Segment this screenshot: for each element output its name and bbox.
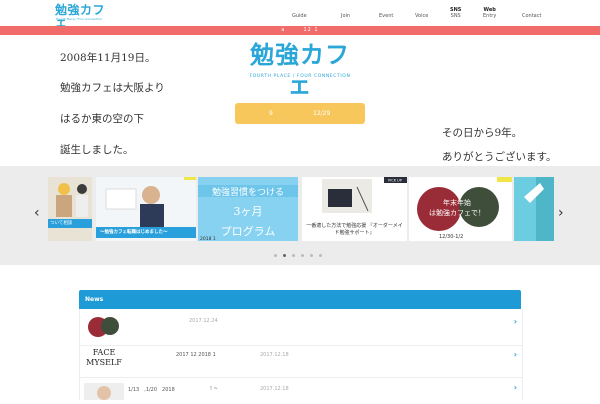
nav-join-label: Join: [341, 13, 351, 19]
news-text: 1/13 ,1/20 2018: [128, 387, 175, 393]
svg-text:勉強習慣をつける: 勉強習慣をつける: [212, 186, 284, 198]
news-list: 2017.12.24 › FACE MYSELF 2017 12 2018 1 …: [79, 309, 523, 400]
chevron-right-icon: ›: [513, 383, 517, 392]
slide-photo: [514, 177, 554, 241]
nav-voice[interactable]: Voice: [415, 13, 428, 19]
carousel-dot[interactable]: [310, 254, 313, 257]
countdown-button[interactable]: 9 12/29: [235, 103, 365, 124]
carousel-dot[interactable]: [301, 254, 304, 257]
nav-join[interactable]: Join: [341, 13, 350, 19]
carousel-dot-active[interactable]: [283, 254, 286, 257]
nav-sns[interactable]: SNS SNS: [450, 7, 461, 19]
slide-caption: 2018 1: [200, 237, 216, 242]
nav-guide[interactable]: Guide: [292, 13, 307, 19]
nav-sns-label: SNS: [450, 13, 461, 19]
news-item[interactable]: 2017.12.24 ›: [80, 309, 522, 346]
hero-line: 誕生しました。: [60, 144, 134, 156]
news-date: 2017.12.18: [260, 352, 289, 358]
main-nav: Guide Join Event Voice SNS SNS Web Entry…: [0, 0, 600, 26]
hero-logo-text: 勉強カフェ: [250, 41, 350, 99]
hero-line-right: その日から9年。: [442, 127, 523, 139]
hero-line: 勉強カフェは大阪より: [60, 82, 165, 94]
slide-caption: 一番適した方法で勉強応援 『オーダーメイド勉強サポート』: [306, 223, 403, 236]
news-thumbnail: FACE MYSELF: [86, 348, 122, 367]
news-text: 2017 12 2018 1: [176, 352, 216, 358]
slide-photo: 勉強習慣をつける 3ヶ月 プログラム: [198, 177, 298, 241]
nav-guide-label: Guide: [292, 13, 307, 19]
carousel-slide[interactable]: ついて相談: [48, 177, 92, 241]
carousel-dot[interactable]: [274, 254, 277, 257]
news-item[interactable]: 1/13 ,1/20 2018 ! ~ 2017.12.18 ›: [80, 379, 522, 400]
svg-text:年末年始: 年末年始: [443, 198, 471, 207]
carousel-dot[interactable]: [292, 254, 295, 257]
slide-caption: 〜勉強カフェ転職はじめました〜: [100, 230, 168, 235]
carousel-slide[interactable]: [514, 177, 554, 241]
carousel-slide[interactable]: 〜勉強カフェ転職はじめました〜: [96, 177, 196, 241]
news-text: ! ~: [210, 386, 218, 392]
nav-event-label: Event: [379, 13, 394, 19]
carousel-slide[interactable]: PICK UP 一番適した方法で勉強応援 『オーダーメイド勉強サポート』: [302, 177, 407, 241]
carousel-prev-icon[interactable]: ‹: [34, 206, 40, 220]
news-title: News: [85, 296, 104, 303]
carousel-slide[interactable]: 勉強習慣をつける 3ヶ月 プログラム: [198, 177, 298, 241]
hero-line-right: ありがとうございます。: [442, 151, 557, 163]
slide-caption: 12/30-1/2: [439, 234, 464, 240]
news-date: 2017.12.18: [260, 386, 289, 392]
nav-contact[interactable]: Contact: [522, 13, 541, 19]
news-date: 2017.12.24: [189, 318, 218, 324]
hero-logo-tagline: FOURTH PLACE / FOUR CONNECTION: [249, 74, 351, 79]
slide-caption: ついて相談: [50, 221, 73, 226]
banner-text: a 12 1: [281, 27, 319, 33]
news-thumbnail: [84, 383, 124, 400]
slide-carousel: ‹ › ついて相談 〜勉強カフェ転職はじめました〜 勉強習慣をつける 3ヶ月 プ…: [0, 166, 600, 265]
slide-photo: [48, 177, 92, 241]
carousel-pagination: [0, 254, 600, 260]
slide-photo: 年末年始 は勉強カフェで！: [409, 177, 512, 241]
countdown-right: 12/29: [313, 110, 331, 117]
news-thumbnail: [84, 314, 124, 340]
pick-up-label: PICK UP: [388, 179, 402, 183]
nav-entry[interactable]: Web Entry: [483, 7, 496, 19]
nav-event[interactable]: Event: [379, 13, 393, 19]
countdown-left: 9: [269, 110, 273, 117]
news-header: News: [79, 290, 521, 309]
carousel-dot[interactable]: [319, 254, 322, 257]
carousel-slide[interactable]: 年末年始 は勉強カフェで！ 12/30-1/2: [409, 177, 512, 241]
svg-text:3ヶ月: 3ヶ月: [234, 205, 263, 218]
announcement-banner[interactable]: a 12 1: [0, 26, 600, 35]
carousel-next-icon[interactable]: ›: [558, 206, 564, 220]
hero-line: はるか東の空の下: [60, 113, 144, 125]
nav-voice-label: Voice: [415, 13, 429, 19]
nav-entry-label: Entry: [483, 13, 497, 19]
nav-contact-label: Contact: [522, 13, 542, 19]
news-item[interactable]: FACE MYSELF 2017 12 2018 1 2017.12.18 ›: [80, 345, 522, 378]
svg-text:プログラム: プログラム: [221, 224, 276, 238]
chevron-right-icon: ›: [513, 317, 517, 326]
svg-text:は勉強カフェで！: は勉強カフェで！: [429, 208, 485, 217]
chevron-right-icon: ›: [513, 350, 517, 359]
hero-line: 2008年11月19日。: [60, 52, 156, 64]
site-header: 勉強カフェ Fourth Place / Four Connection Gui…: [0, 0, 600, 28]
hero-logo: 勉強カフェ FOURTH PLACE / FOUR CONNECTION: [240, 40, 360, 99]
